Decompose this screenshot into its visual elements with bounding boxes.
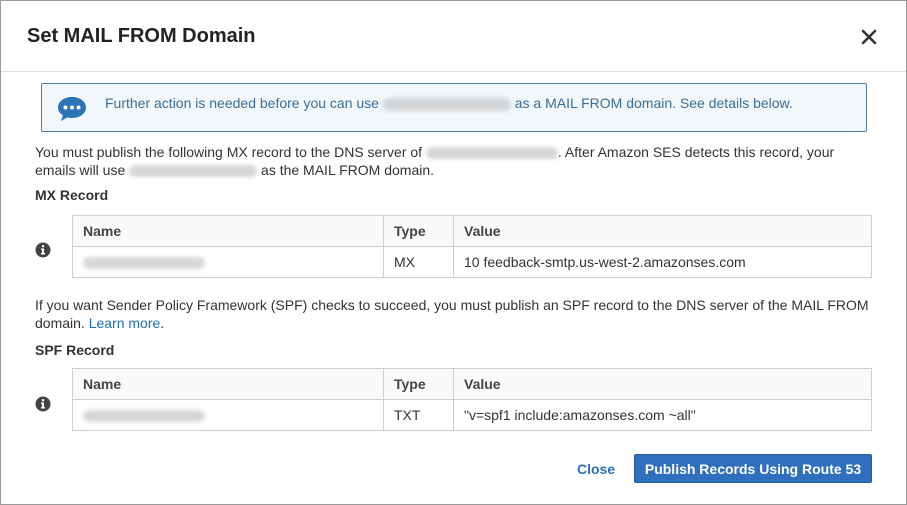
spf-intro-part2: domain.: [35, 315, 85, 331]
redacted-name: [83, 257, 205, 270]
mx-record-table: Name Type Value MX 10 feedback-smtp.us-w…: [72, 215, 872, 278]
dialog-header: Set MAIL FROM Domain: [1, 1, 906, 72]
column-header-name: Name: [72, 215, 384, 247]
close-button[interactable]: Close: [577, 461, 615, 477]
redacted-name: [83, 410, 205, 423]
spf-value-cell: "v=spf1 include:amazonses.com ~all": [453, 399, 872, 431]
info-icon[interactable]: [35, 396, 51, 412]
mx-intro-part2: . After Amazon SES detects this record, …: [557, 144, 835, 160]
chat-bubble-icon: [55, 94, 89, 124]
mx-intro-part3: emails will use: [35, 162, 126, 178]
close-icon[interactable]: [857, 25, 881, 49]
notice-text: Further action is needed before you can …: [105, 95, 793, 111]
redacted-domain: [425, 147, 558, 160]
mx-name-cell: [72, 246, 384, 278]
mx-intro-part4: as the MAIL FROM domain.: [261, 162, 435, 178]
spf-intro-period: .: [160, 315, 165, 331]
spf-record-table: Name Type Value TXT "v=spf1 include:amaz…: [72, 368, 872, 431]
spf-name-cell: [72, 399, 384, 431]
mx-section-title: MX Record: [35, 187, 109, 203]
redacted-domain: [382, 97, 511, 111]
mx-intro-text: You must publish the following MX record…: [35, 143, 875, 179]
spf-section-title: SPF Record: [35, 342, 115, 358]
mx-type-cell: MX: [383, 246, 454, 278]
column-header-value: Value: [453, 215, 872, 247]
column-header-type: Type: [383, 215, 454, 247]
table-header-row: Name Type Value: [72, 368, 872, 400]
column-header-value: Value: [453, 368, 872, 400]
redacted-domain: [129, 165, 258, 178]
publish-records-route53-button[interactable]: Publish Records Using Route 53: [634, 454, 872, 483]
spf-intro-text: If you want Sender Policy Framework (SPF…: [35, 296, 875, 332]
mx-value-cell: 10 feedback-smtp.us-west-2.amazonses.com: [453, 246, 872, 278]
learn-more-link[interactable]: Learn more: [89, 315, 161, 331]
column-header-type: Type: [383, 368, 454, 400]
mx-intro-part1: You must publish the following MX record…: [35, 144, 423, 160]
dialog-title: Set MAIL FROM Domain: [27, 25, 256, 47]
info-icon[interactable]: [35, 242, 51, 258]
mail-from-dialog: Set MAIL FROM Domain Further action is n…: [0, 0, 907, 505]
notice-text-after: as a MAIL FROM domain. See details below…: [514, 95, 793, 111]
spf-type-cell: TXT: [383, 399, 454, 431]
table-header-row: Name Type Value: [72, 215, 872, 247]
table-row: TXT "v=spf1 include:amazonses.com ~all": [72, 399, 872, 431]
notice-box: Further action is needed before you can …: [41, 83, 867, 132]
table-row: MX 10 feedback-smtp.us-west-2.amazonses.…: [72, 246, 872, 278]
notice-text-before: Further action is needed before you can …: [105, 95, 379, 111]
column-header-name: Name: [72, 368, 384, 400]
spf-intro-part1: If you want Sender Policy Framework (SPF…: [35, 297, 869, 313]
